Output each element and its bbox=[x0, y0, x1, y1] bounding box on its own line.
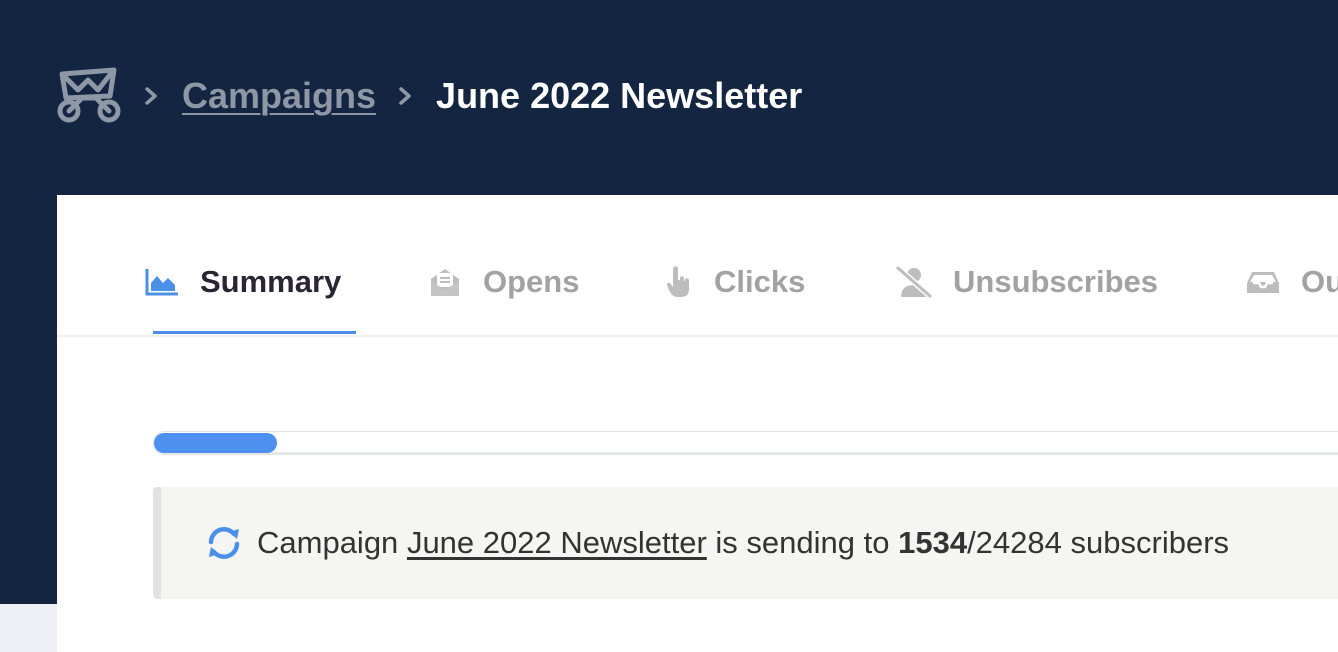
envelope-bicycle-logo-icon[interactable] bbox=[56, 66, 122, 126]
notice-suffix: subscribers bbox=[1070, 525, 1230, 560]
breadcrumb-campaigns-link[interactable]: Campaigns bbox=[182, 75, 376, 117]
tab-label: Opens bbox=[483, 264, 580, 299]
tab-label: Clicks bbox=[714, 264, 806, 299]
tab-label: Ou bbox=[1301, 264, 1338, 299]
tab-opens[interactable]: Opens bbox=[427, 257, 579, 307]
tab-unsubscribes[interactable]: Unsubscribes bbox=[895, 257, 1158, 307]
area-chart-icon bbox=[145, 269, 178, 296]
page-title: June 2022 Newsletter bbox=[436, 75, 803, 116]
campaign-panel: Summary Opens Clicks Unsubscribes Ou Cam… bbox=[57, 195, 1338, 652]
envelope-open-icon bbox=[431, 269, 459, 296]
inbox-icon bbox=[1247, 272, 1279, 293]
pointer-hand-icon bbox=[667, 266, 689, 297]
notice-prefix: Campaign bbox=[257, 525, 399, 560]
tab-ou[interactable]: Ou bbox=[1245, 257, 1338, 307]
tab-label: Unsubscribes bbox=[953, 264, 1159, 299]
sending-status-notice: Campaign June 2022 Newsletter is sending… bbox=[153, 487, 1338, 599]
campaign-name-link[interactable]: June 2022 Newsletter bbox=[407, 525, 707, 561]
tab-clicks[interactable]: Clicks bbox=[664, 257, 805, 307]
sending-progress-fill bbox=[154, 433, 277, 453]
sent-count: 1534 bbox=[898, 525, 968, 560]
sending-progress-bar bbox=[153, 431, 1338, 455]
chevron-right-icon bbox=[145, 87, 157, 105]
breadcrumb: Campaigns June 2022 Newsletter bbox=[56, 66, 802, 126]
tab-label: Summary bbox=[200, 264, 342, 299]
user-slash-icon bbox=[896, 265, 932, 299]
total-count: /24284 bbox=[967, 525, 1062, 560]
active-tab-indicator bbox=[153, 331, 356, 334]
tab-bar: Summary Opens Clicks Unsubscribes Ou bbox=[57, 195, 1338, 337]
notice-middle: is sending to bbox=[715, 525, 890, 560]
tab-summary[interactable]: Summary bbox=[144, 257, 341, 307]
chevron-right-icon bbox=[399, 87, 411, 105]
sync-icon bbox=[208, 527, 240, 559]
